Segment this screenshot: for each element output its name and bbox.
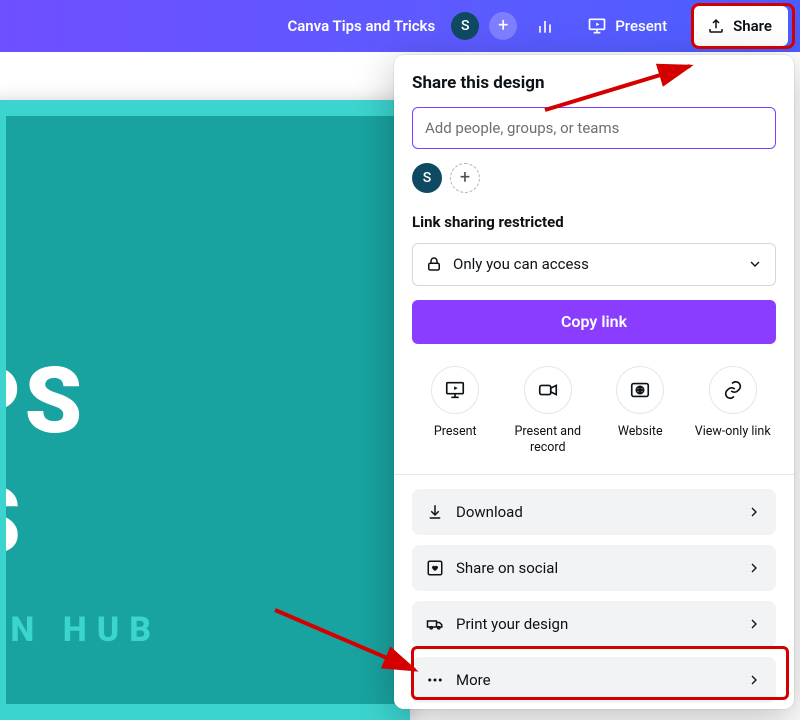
chevron-down-icon	[747, 256, 763, 272]
slide-title-line1: A TIPS	[0, 348, 86, 455]
upload-icon	[707, 17, 725, 35]
divider	[394, 474, 794, 475]
action-label: Print your design	[456, 615, 568, 633]
analytics-button[interactable]	[527, 8, 563, 44]
action-print[interactable]: Print your design	[412, 601, 776, 647]
presentation-icon	[444, 379, 466, 401]
slide-subtitle: SIGN HUB	[0, 610, 161, 650]
slide-title-line2: CKS	[0, 468, 25, 575]
video-camera-icon	[537, 379, 559, 401]
doc-title[interactable]: Canva Tips and Tricks	[287, 17, 435, 35]
globe-icon	[629, 379, 651, 401]
action-share-social[interactable]: Share on social	[412, 545, 776, 591]
shared-avatar[interactable]: S	[412, 163, 442, 193]
add-people-input[interactable]	[412, 107, 776, 149]
chevron-right-icon	[746, 504, 762, 520]
tile-website[interactable]: Website	[597, 366, 684, 457]
more-dots-icon	[426, 671, 444, 689]
link-sharing-label: Link sharing restricted	[412, 213, 776, 231]
truck-icon	[426, 615, 444, 633]
bar-chart-icon	[535, 16, 555, 36]
copy-link-button[interactable]: Copy link	[412, 300, 776, 343]
tile-label: Present	[434, 424, 477, 440]
lock-icon	[425, 255, 443, 273]
share-panel-title: Share this design	[412, 73, 776, 93]
share-label: Share	[733, 17, 772, 35]
action-label: More	[456, 671, 491, 689]
present-button[interactable]: Present	[573, 8, 681, 44]
access-select[interactable]: Only you can access	[412, 243, 776, 287]
user-avatar[interactable]: S	[451, 12, 479, 40]
presentation-icon	[587, 16, 607, 36]
chevron-right-icon	[746, 672, 762, 688]
action-label: Download	[456, 503, 523, 521]
tile-label: Website	[618, 424, 663, 440]
tile-label: Present and record	[505, 424, 592, 457]
add-person-chip[interactable]: +	[450, 163, 480, 193]
shared-with-row: S +	[412, 163, 776, 193]
action-label: Share on social	[456, 559, 558, 577]
share-panel: Share this design S + Link sharing restr…	[394, 55, 794, 709]
tile-present-record[interactable]: Present and record	[505, 366, 592, 457]
tile-label: View-only link	[695, 424, 771, 440]
present-label: Present	[615, 17, 667, 35]
share-button[interactable]: Share	[691, 6, 788, 46]
chevron-right-icon	[746, 560, 762, 576]
add-member-button[interactable]: +	[489, 12, 517, 40]
top-header: Canva Tips and Tricks S + Present Share	[0, 0, 800, 52]
design-slide[interactable]: A TIPS CKS SIGN HUB	[0, 100, 410, 720]
chevron-right-icon	[746, 616, 762, 632]
share-tiles: Present Present and record Website View-…	[412, 366, 776, 457]
heart-square-icon	[426, 559, 444, 577]
tile-view-only-link[interactable]: View-only link	[690, 366, 777, 457]
tile-present[interactable]: Present	[412, 366, 499, 457]
access-select-label: Only you can access	[453, 255, 589, 273]
download-icon	[426, 503, 444, 521]
action-download[interactable]: Download	[412, 489, 776, 535]
action-more[interactable]: More	[412, 657, 776, 703]
link-icon	[722, 379, 744, 401]
share-action-list: Download Share on social Print your desi…	[412, 489, 776, 703]
